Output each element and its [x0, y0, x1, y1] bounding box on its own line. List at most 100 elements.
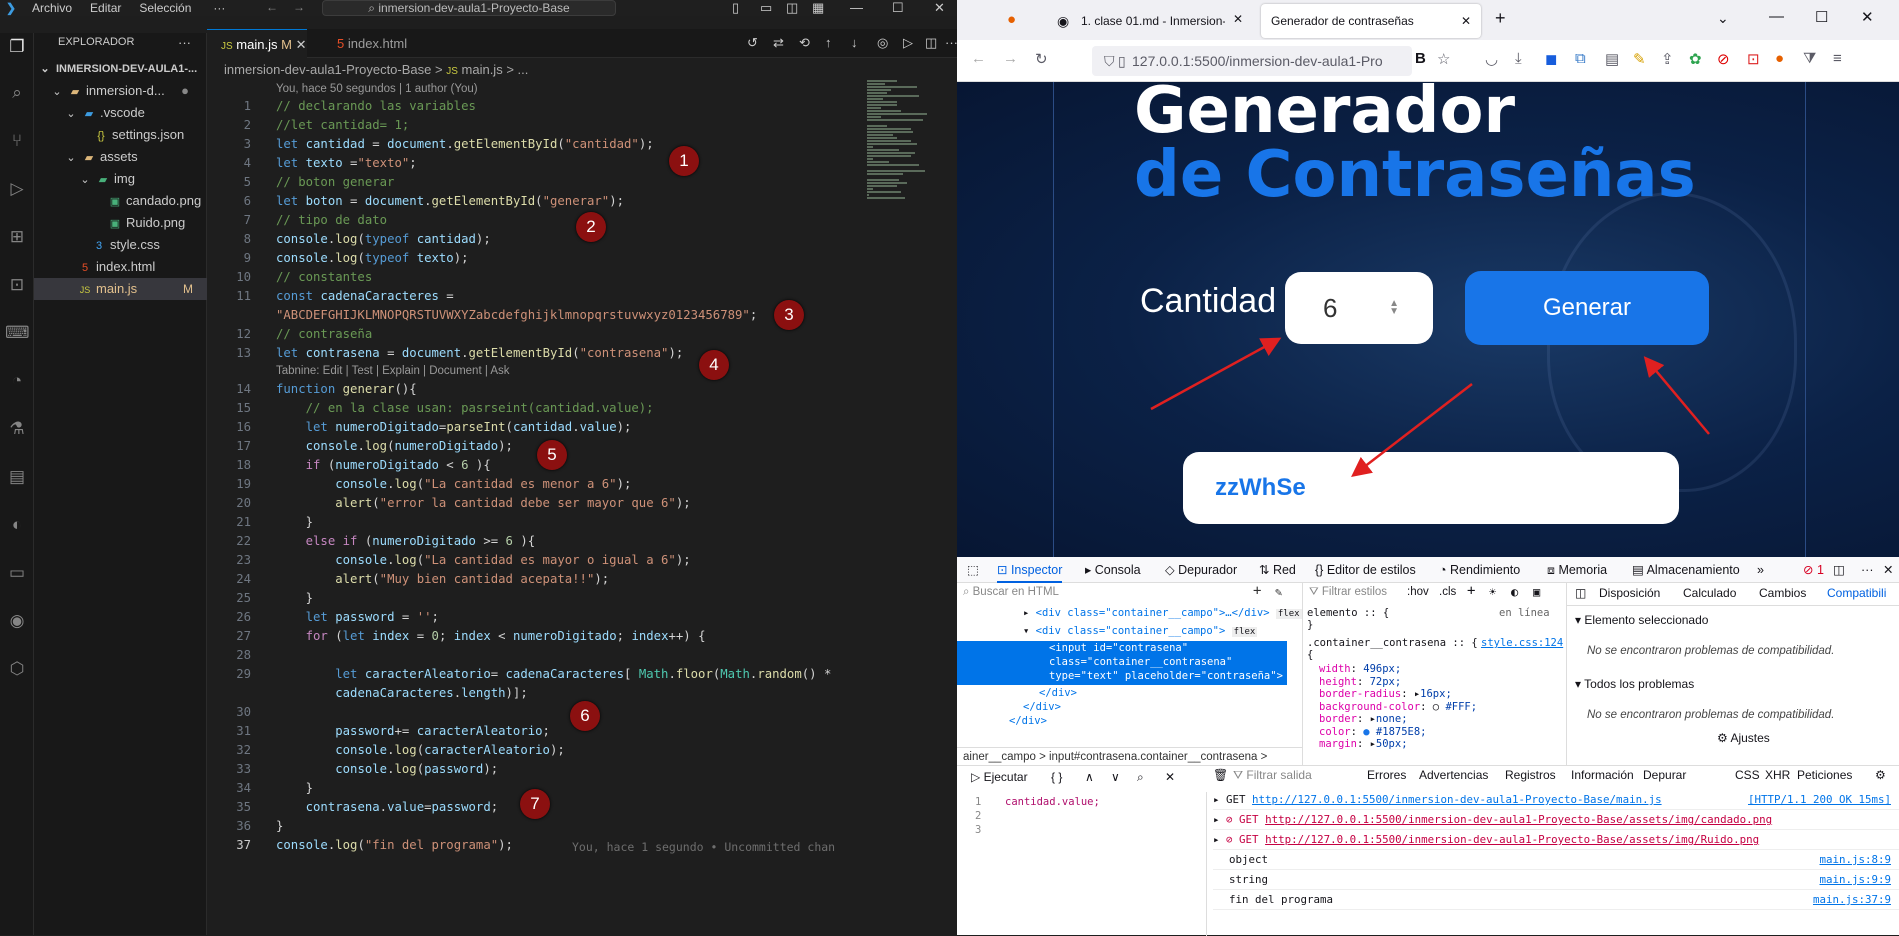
extension-red-icon[interactable]: ⊘ — [1717, 50, 1730, 68]
compare-changes-icon[interactable]: ⇄ — [773, 35, 784, 51]
app-menu-icon[interactable]: ≡ — [1833, 50, 1842, 67]
firefox-account-icon[interactable]: ● — [1775, 50, 1784, 67]
console-row[interactable]: ▸ GET http://127.0.0.1:5500/inmersion-de… — [1213, 790, 1899, 810]
git-blame-icon[interactable]: ◎ — [877, 35, 888, 51]
html-node[interactable]: ▾ <div class="container__campo"> flex — [1023, 625, 1258, 637]
toggle-secondary-sidebar-icon[interactable]: ◫ — [786, 0, 798, 16]
search-icon[interactable]: ⌕ — [1137, 770, 1144, 785]
filter-advertencias[interactable]: Advertencias — [1419, 768, 1488, 782]
filter-depurar[interactable]: Depurar — [1643, 768, 1686, 782]
tab-consola[interactable]: ▸ Consola — [1085, 557, 1141, 583]
tree-item-candado-png[interactable]: ▣ candado.png — [34, 190, 207, 212]
maximize-icon[interactable]: ☐ — [892, 0, 904, 16]
tab-calculado[interactable]: Calculado — [1683, 586, 1736, 600]
toggle-panel-icon[interactable]: ▭ — [760, 0, 772, 16]
log-source[interactable]: main.js:37:9 — [1813, 890, 1891, 909]
tab-rendimiento[interactable]: ◔ Rendimiento — [1439, 557, 1520, 583]
pocket-icon[interactable]: ◡ — [1485, 50, 1498, 68]
tab-inspector[interactable]: ⊡ Inspector — [997, 557, 1063, 583]
close-window-icon[interactable]: ✕ — [1861, 8, 1874, 26]
html-node[interactable]: </div> — [1039, 687, 1077, 699]
close-editor-icon[interactable]: ✕ — [1165, 770, 1175, 784]
todos-problemas-header[interactable]: ▾ Todos los problemas — [1575, 677, 1694, 691]
more-tabs-icon[interactable]: » — [1757, 557, 1764, 583]
next-change-icon[interactable]: ↓ — [851, 35, 858, 50]
minimize-icon[interactable]: — — [850, 0, 863, 15]
hexagon-icon[interactable]: ⬡ — [5, 657, 29, 681]
add-node-icon[interactable]: + — [1253, 583, 1261, 599]
log-source[interactable]: main.js:8:9 — [1819, 850, 1891, 869]
filter-informacion[interactable]: Información — [1571, 768, 1634, 782]
bitwarden-icon[interactable]: ◼ — [1545, 50, 1557, 68]
firefox-view-icon[interactable]: ● — [1007, 11, 1016, 28]
tree-item-style-css[interactable]: 3 style.css — [34, 234, 207, 256]
flex-badge[interactable]: flex — [1275, 609, 1302, 619]
new-tab-icon[interactable]: + — [1495, 8, 1506, 29]
breadcrumb-file[interactable]: main.js — [462, 62, 503, 77]
css-declaration[interactable]: margin: ▸50px; — [1319, 738, 1477, 751]
highlighter-icon[interactable]: ✎ — [1633, 50, 1646, 68]
split-editor-icon[interactable]: ◫ — [925, 35, 937, 51]
explorer-icon[interactable]: ❐ — [5, 35, 29, 59]
html-breadcrumb[interactable]: ainer__campo > input#contrasena.containe… — [957, 747, 1303, 765]
tab-compatibilidad[interactable]: Compatibili — [1827, 586, 1886, 600]
css-declaration[interactable]: color: ● #1875E8; — [1319, 726, 1477, 739]
editor-more-icon[interactable]: ··· — [945, 35, 957, 50]
console-settings-icon[interactable]: ⚙ — [1875, 768, 1886, 782]
html-node[interactable]: </div> — [1023, 701, 1061, 713]
tab-disposicion[interactable]: Disposición — [1599, 586, 1660, 600]
close-tab-icon[interactable]: ✕ — [296, 37, 307, 52]
back-arrow-icon[interactable]: ← — [266, 0, 278, 14]
hov-toggle[interactable]: :hov — [1407, 586, 1429, 598]
browser-tab-github[interactable]: ◉ 1. clase 01.md - Inmersion-dev — [1045, 4, 1225, 38]
screenshot-icon[interactable]: ⊡ — [1747, 50, 1760, 68]
console-row-log[interactable]: fin del programa main.js:37:9 — [1213, 890, 1899, 910]
tab-editor-estilos[interactable]: {} Editor de estilos — [1315, 557, 1416, 583]
extensions-icon[interactable]: ⊞ — [5, 225, 29, 249]
edge-icon[interactable]: ◐ — [5, 513, 29, 537]
forward-arrow-icon[interactable]: → — [293, 0, 305, 14]
terminal-icon[interactable]: ⌨ — [5, 321, 30, 345]
previous-change-icon[interactable]: ↑ — [825, 35, 832, 50]
tab-depurador[interactable]: ◇ Depurador — [1165, 557, 1237, 583]
request-url[interactable]: http://127.0.0.1:5500/inmersion-dev-aula… — [1265, 833, 1759, 846]
search-icon[interactable]: ⌕ — [5, 81, 29, 105]
request-url[interactable]: http://127.0.0.1:5500/inmersion-dev-aula… — [1265, 813, 1772, 826]
close-window-icon[interactable]: ✕ — [934, 0, 945, 16]
run-button[interactable]: ▷ Ejecutar — [971, 770, 1028, 784]
tab-red[interactable]: ⇅ Red — [1259, 557, 1296, 583]
panel-icon[interactable]: ▤ — [5, 465, 29, 489]
tree-item-assets-folder[interactable]: ⌄ ▰ assets — [34, 146, 207, 168]
request-status[interactable]: [HTTP/1.1 200 OK 15ms] — [1748, 790, 1891, 809]
menu-archivo[interactable]: Archivo — [32, 1, 72, 15]
pick-element-icon[interactable]: ⬚ — [967, 557, 979, 583]
tree-item-img-folder[interactable]: ⌄ ▰ img — [34, 168, 207, 190]
light-mode-icon[interactable]: ☀ — [1489, 585, 1496, 599]
url-bar[interactable]: ⛉ ▯ 127.0.0.1:5500/inmersion-dev-aula1-P… — [1092, 46, 1412, 76]
filter-peticiones[interactable]: Peticiones — [1797, 768, 1852, 782]
filter-output-input[interactable]: ⛛ Filtrar salida — [1233, 768, 1312, 783]
request-url[interactable]: http://127.0.0.1:5500/inmersion-dev-aula… — [1252, 793, 1662, 806]
maximize-icon[interactable]: ☐ — [1815, 8, 1828, 26]
tree-item-main-js[interactable]: JS main.js M — [34, 278, 207, 300]
minimize-icon[interactable]: — — [1769, 8, 1784, 25]
run-debug-icon[interactable]: ▷ — [5, 177, 29, 201]
cls-toggle[interactable]: .cls — [1439, 586, 1456, 598]
devtools-menu-icon[interactable]: ··· — [1861, 557, 1874, 583]
clear-console-icon[interactable]: 🗑 — [1213, 768, 1228, 782]
pretty-print-icon[interactable]: { } — [1051, 770, 1062, 784]
html-node-selected[interactable]: <input id="contrasena" class="container_… — [957, 641, 1287, 685]
code-editor[interactable]: You, hace 50 segundos | 1 author (You) 1… — [207, 80, 872, 935]
menu-seleccion[interactable]: Selección — [139, 1, 191, 15]
css-declaration[interactable]: background-color: ○ #FFF; — [1319, 701, 1477, 714]
search-html-input[interactable]: ⌕ Buscar en HTML — [963, 586, 1263, 599]
toggle-primary-sidebar-icon[interactable]: ▯ — [732, 0, 739, 16]
flex-badge[interactable]: flex — [1231, 627, 1258, 637]
reader-mode-icon[interactable]: B — [1415, 50, 1426, 67]
tab-almacenamiento[interactable]: ▤ Almacenamiento — [1632, 557, 1740, 583]
sidebar-toggle-icon[interactable]: ◫ — [1575, 586, 1586, 600]
bookmark-star-icon[interactable]: ☆ — [1437, 50, 1450, 68]
tree-item-project-folder[interactable]: ⌄ ▰ inmersion-d... ● — [34, 80, 207, 102]
rule-source-link[interactable]: style.css:124 — [1481, 637, 1563, 649]
print-media-icon[interactable]: ▣ — [1533, 585, 1540, 599]
